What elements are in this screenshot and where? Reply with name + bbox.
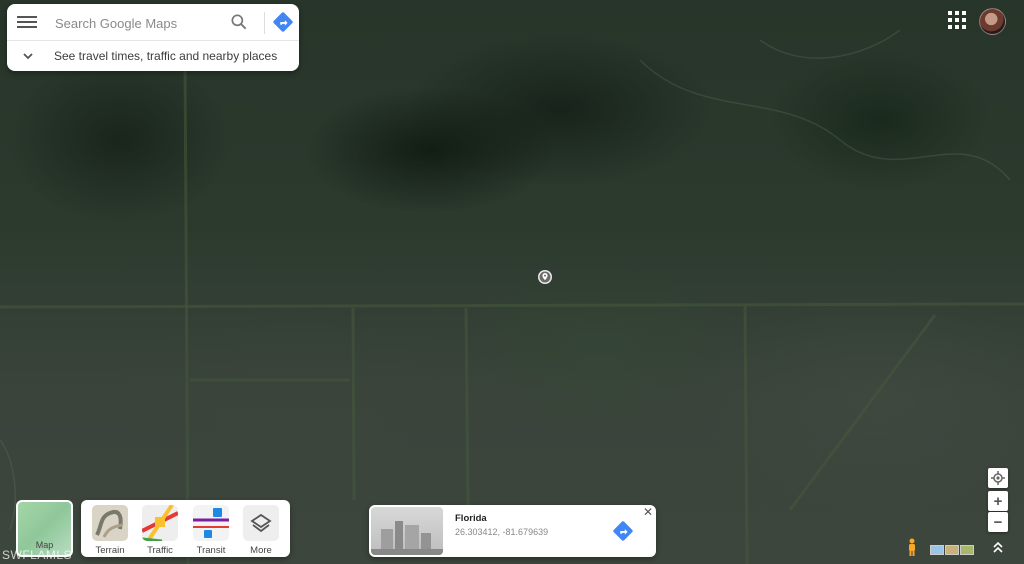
place-info-card[interactable]: Florida 26.303412, -81.679639 ✕: [369, 505, 656, 557]
my-location-button[interactable]: [988, 468, 1008, 488]
chevron-down-icon: [23, 53, 33, 60]
place-title: Florida: [455, 513, 487, 524]
location-pin-icon[interactable]: [537, 269, 553, 285]
layer-label: Transit: [196, 545, 226, 556]
imagery-thumbnails[interactable]: [930, 542, 976, 555]
layer-label: Traffic: [147, 545, 173, 556]
layer-terrain[interactable]: Terrain: [90, 505, 130, 556]
close-icon[interactable]: ✕: [643, 506, 655, 518]
traffic-icon: [142, 505, 178, 541]
hamburger-menu-icon[interactable]: [17, 13, 37, 31]
directions-icon[interactable]: [272, 11, 294, 33]
zoom-out-button[interactable]: −: [988, 512, 1008, 532]
double-chevron-up-icon[interactable]: [992, 540, 1004, 554]
directions-icon[interactable]: [612, 520, 634, 542]
layer-traffic[interactable]: Traffic: [140, 505, 180, 556]
terrain-icon: [92, 505, 128, 541]
field-lines: [0, 29, 1024, 564]
pegman-icon[interactable]: [906, 538, 918, 556]
watermark: SWFLAMLS: [2, 548, 73, 562]
layer-transit[interactable]: Transit: [191, 505, 231, 556]
expander-label: See travel times, traffic and nearby pla…: [54, 49, 278, 63]
zoom-in-button[interactable]: +: [988, 491, 1008, 511]
transit-icon: [193, 505, 229, 541]
search-row: [7, 4, 299, 40]
layer-label: Terrain: [95, 545, 125, 556]
travel-times-expander[interactable]: See travel times, traffic and nearby pla…: [7, 41, 299, 71]
divider: [264, 12, 265, 34]
my-location-icon: [991, 471, 1005, 485]
layer-label: More: [250, 545, 272, 556]
search-card: See travel times, traffic and nearby pla…: [7, 4, 299, 71]
place-coordinates: 26.303412, -81.679639: [455, 527, 549, 537]
avatar[interactable]: [979, 8, 1006, 35]
search-icon[interactable]: [229, 12, 249, 32]
layer-more[interactable]: More: [241, 505, 281, 556]
apps-grid-icon[interactable]: [948, 11, 966, 29]
place-thumbnail[interactable]: [371, 507, 443, 555]
search-input[interactable]: [53, 12, 227, 34]
layers-icon: [243, 505, 279, 541]
satellite-map[interactable]: [0, 0, 1024, 564]
layers-panel: Terrain Traffic Transit More: [81, 500, 290, 557]
